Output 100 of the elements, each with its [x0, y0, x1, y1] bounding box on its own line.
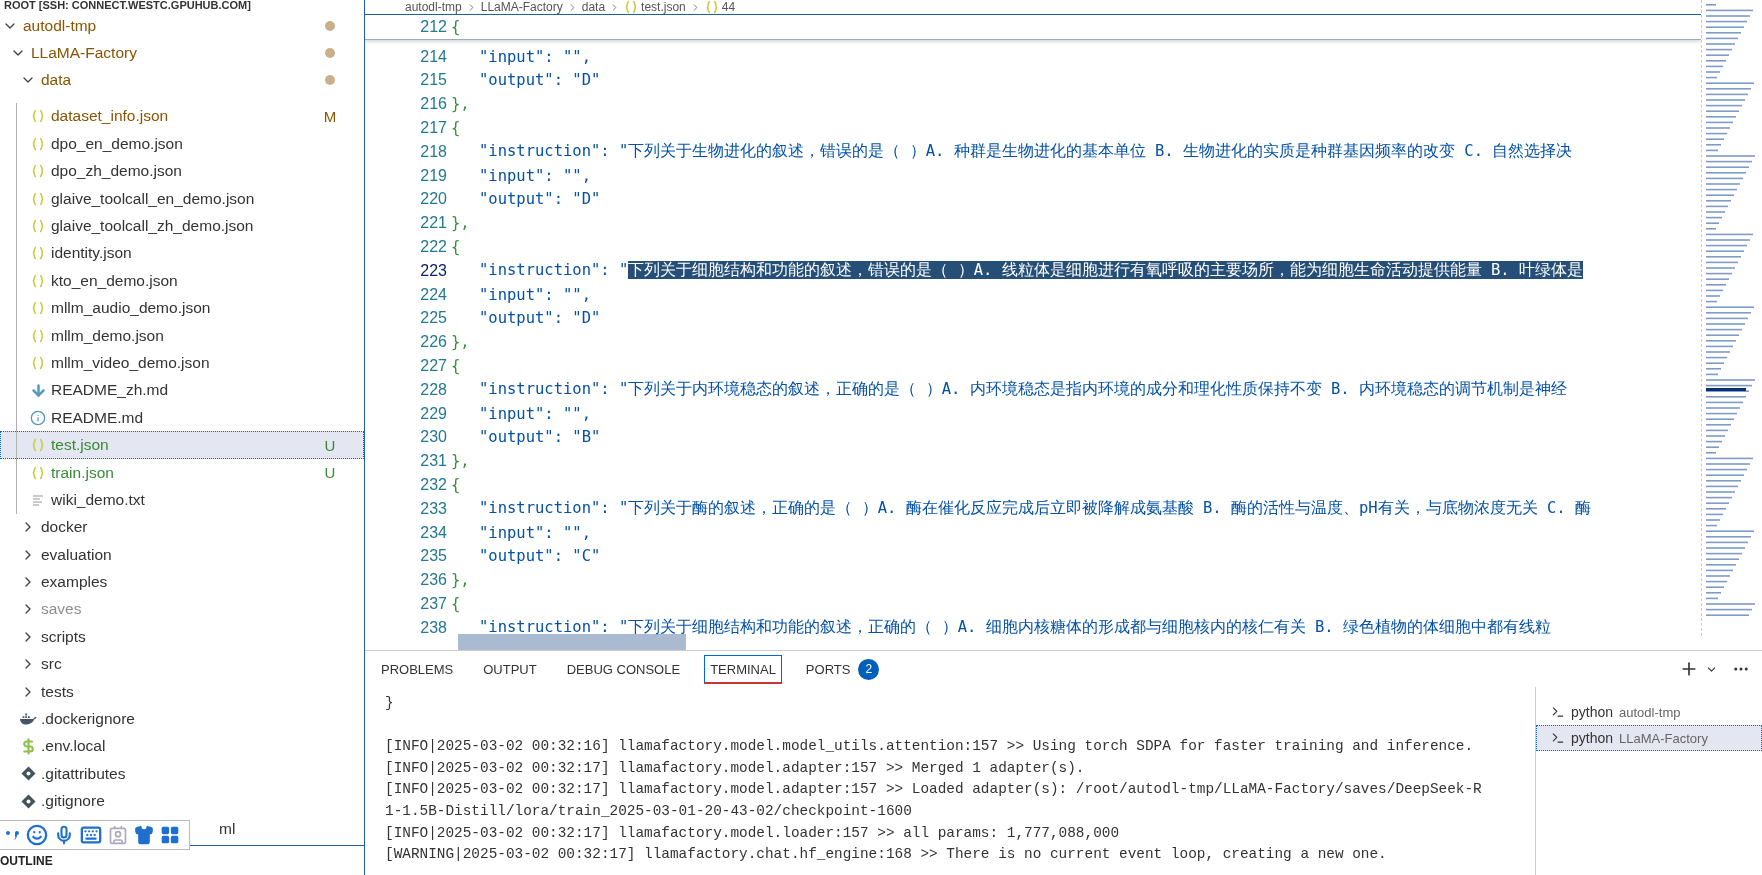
breadcrumb-item[interactable]: 44: [704, 0, 736, 14]
panel-tab[interactable]: PROBLEMS: [375, 654, 460, 684]
explorer-title: ROOT [SSH: CONNECT.WESTC.GPUHUB.COM]: [3, 0, 252, 12]
breadcrumb-item[interactable]: autodl-tmp: [405, 1, 462, 13]
breadcrumb-item[interactable]: LLaMA-Factory: [480, 1, 563, 13]
file-item[interactable]: dataset_info.json M: [0, 102, 364, 131]
braces-icon: [704, 0, 719, 14]
smiley-icon[interactable]: [26, 824, 48, 846]
down-arrow-icon: [29, 381, 47, 399]
braces-icon: [31, 301, 45, 316]
folder-item[interactable]: scripts: [0, 623, 364, 651]
folder-item[interactable]: evaluation: [0, 541, 364, 569]
file-item[interactable]: README_zh.md: [0, 376, 364, 405]
code-text: "instruction": "下列关于细胞结构和功能的叙述，正确的（ ）A. 细胞内核糖体的形成都与细胞核内的核仁有关 B. 绿色植物的体细胞中都有线粒: [479, 617, 1551, 639]
code-text: },: [451, 333, 470, 352]
file-item[interactable]: mllm_audio_demo.json: [0, 294, 364, 322]
line-number: 223: [419, 261, 447, 280]
folder-item[interactable]: autodl-tmp: [0, 12, 364, 40]
file-item[interactable]: .gitattributes: [0, 760, 364, 788]
code-text: },: [451, 95, 470, 114]
terminal-item[interactable]: python autodl-tmp: [1536, 699, 1762, 725]
whale-icon: [19, 712, 37, 727]
keyboard-icon[interactable]: [80, 824, 102, 846]
terminal-item[interactable]: python LLaMA-Factory: [1536, 725, 1762, 751]
braces-icon: [31, 273, 45, 288]
folder-item[interactable]: LLaMA-Factory: [0, 39, 364, 67]
terminal-line: }: [385, 694, 395, 713]
terminal-icon: [1551, 705, 1565, 719]
line-number: 231: [419, 452, 447, 471]
file-item[interactable]: dpo_zh_demo.json: [0, 157, 364, 185]
code-text: "instruction": "下列关于内环境稳态的叙述，正确的是（ ）A. 内环境稳态是指内环境的成分和理化性质保持不变 B. 内环境稳态的调节机制是神经: [479, 379, 1567, 401]
code-text: "input": "",: [479, 523, 591, 542]
line-number: 225: [419, 309, 447, 328]
shirt-icon[interactable]: [134, 825, 154, 845]
line-number: 236: [419, 571, 447, 590]
file-item[interactable]: glaive_toolcall_en_demo.json: [0, 184, 364, 213]
line-number: 221: [419, 214, 447, 233]
git-status-label: M: [323, 107, 337, 125]
file-item[interactable]: .env.local: [0, 732, 364, 761]
file-item[interactable]: .gitignore: [0, 787, 364, 815]
breadcrumb-item[interactable]: data: [581, 1, 606, 13]
braces-icon: [31, 438, 45, 453]
panel-tab[interactable]: TERMINAL: [704, 654, 782, 684]
braces-icon: [31, 465, 45, 480]
line-number: 222: [419, 238, 447, 257]
line-number: 215: [419, 71, 447, 90]
line-number: 238: [419, 618, 447, 637]
folder-item[interactable]: data: [0, 66, 364, 95]
terminal-name: python: [1571, 704, 1614, 720]
terminal-line: 1-1.5B-Distill/lora/train_2025-03-01-20-43-02/checkpoint-1600: [385, 801, 913, 821]
line-number: 220: [419, 190, 447, 209]
code-text: {: [451, 119, 461, 138]
line-number: 237: [419, 595, 447, 613]
code-text: "input": "",: [479, 47, 591, 66]
braces-icon: [31, 164, 45, 179]
file-item[interactable]: mllm_video_demo.json: [0, 349, 364, 377]
line-number: 234: [419, 523, 447, 542]
line-number: 224: [419, 285, 447, 304]
count-badge: 2: [858, 658, 880, 680]
folder-item[interactable]: src: [0, 650, 364, 678]
braces-icon: [31, 355, 45, 370]
line-number: 227: [419, 357, 447, 376]
file-item[interactable]: identity.json: [0, 239, 364, 268]
panel-tab[interactable]: DEBUG CONSOLE: [560, 654, 687, 684]
folder-item[interactable]: docker: [0, 513, 364, 541]
text-file-icon: [32, 493, 44, 506]
file-item[interactable]: .dockerignore: [0, 705, 364, 733]
grid-icon[interactable]: [160, 825, 180, 845]
panel-tab[interactable]: PORTS 2: [799, 651, 886, 687]
punctuation-icon[interactable]: [4, 828, 20, 842]
code-text: "output": "D": [479, 309, 601, 328]
code-text: "instruction": "下列关于生物进化的叙述，错误的是（ ）A. 种群是生物进化的基本单位 B. 生物进化的实质是种群基因频率的改变 C. 自然选择决: [479, 141, 1573, 163]
file-item[interactable]: glaive_toolcall_zh_demo.json: [0, 212, 364, 240]
folder-item[interactable]: examples: [0, 568, 364, 596]
horizontal-scrollbar[interactable]: [458, 634, 686, 650]
braces-icon: [624, 0, 639, 14]
microphone-icon[interactable]: [54, 825, 74, 845]
file-item[interactable]: kto_en_demo.json: [0, 267, 364, 295]
line-number: 226: [419, 333, 447, 352]
breadcrumb-item[interactable]: test.json: [624, 0, 686, 14]
sticky-scroll-line[interactable]: 212 {: [365, 14, 1701, 40]
code-text: },: [451, 571, 470, 590]
terminal-folder: autodl-tmp: [1619, 704, 1681, 720]
file-item[interactable]: dpo_en_demo.json: [0, 130, 364, 158]
code-text: {: [451, 476, 461, 495]
code-text: {: [451, 357, 461, 376]
file-item[interactable]: mllm_demo.json: [0, 321, 364, 350]
terminal-line: [INFO|2025-03-02 00:32:16] llamafactory.model.model_utils.attention:157 >> Using torch SDPA for faster training and inference.: [385, 737, 1475, 757]
line-number: 218: [419, 142, 447, 161]
code-text: "instruction": "下列关于细胞结构和功能的叙述，错误的是（ ）A. 线粒体是细胞进行有氧呼吸的主要场所，能为细胞生命活动提供能量 B. 叶绿体是: [479, 260, 1583, 282]
panel-tab[interactable]: OUTPUT: [477, 654, 543, 684]
info-icon: [30, 409, 46, 426]
file-item[interactable]: train.json U: [0, 458, 364, 487]
git-status-label: U: [323, 436, 337, 454]
terminal-line: [WARNING|2025-03-02 00:32:17] llamafactory.chat.hf_engine:168 >> There is no current event loop, creating a new one.: [385, 845, 1388, 865]
file-item[interactable]: test.json U: [0, 431, 364, 459]
folder-item[interactable]: tests: [0, 677, 364, 706]
file-item[interactable]: wiki_demo.txt: [0, 486, 364, 514]
file-item[interactable]: README.md: [0, 404, 364, 432]
line-number: 232: [419, 476, 447, 495]
